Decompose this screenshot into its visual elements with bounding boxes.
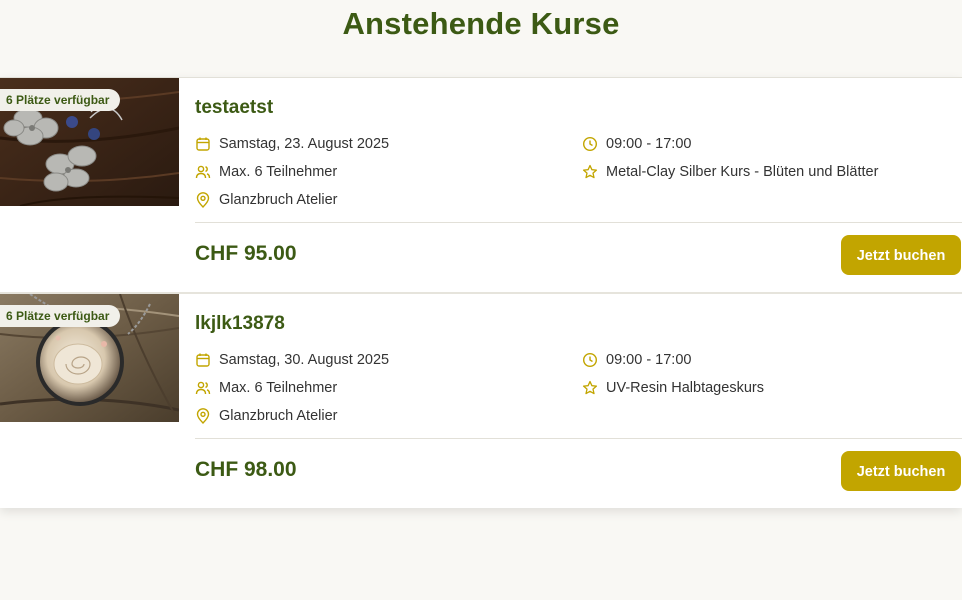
map-pin-icon — [195, 408, 211, 424]
course-title[interactable]: lkjlk13878 — [195, 313, 285, 335]
course-location-text: Glanzbruch Atelier — [219, 192, 338, 208]
course-list: 6 Plätze verfügbar testaetst Samstag, 23… — [0, 77, 962, 508]
clock-icon — [582, 136, 598, 152]
course-type: UV-Resin Halbtageskurs — [582, 380, 764, 396]
map-pin-icon — [195, 192, 211, 208]
course-participants: Max. 6 Teilnehmer — [195, 380, 337, 396]
card-divider — [195, 222, 962, 223]
course-date: Samstag, 23. August 2025 — [195, 136, 389, 152]
course-image[interactable]: 6 Plätze verfügbar — [0, 78, 179, 206]
users-icon — [195, 164, 211, 180]
course-time-text: 09:00 - 17:00 — [606, 352, 692, 368]
course-card: 6 Plätze verfügbar testaetst Samstag, 23… — [0, 77, 962, 292]
course-participants: Max. 6 Teilnehmer — [195, 164, 337, 180]
availability-badge: 6 Plätze verfügbar — [0, 89, 121, 111]
page-title: Anstehende Kurse — [342, 6, 620, 41]
course-date-text: Samstag, 30. August 2025 — [219, 352, 390, 368]
course-image[interactable]: 6 Plätze verfügbar — [0, 294, 179, 422]
course-location: Glanzbruch Atelier — [195, 408, 337, 424]
course-date-text: Samstag, 23. August 2025 — [219, 136, 390, 152]
course-location: Glanzbruch Atelier — [195, 192, 337, 208]
course-type-text: Metal-Clay Silber Kurs - Blüten und Blät… — [606, 164, 879, 180]
calendar-icon — [195, 136, 211, 152]
book-now-button[interactable]: Jetzt buchen — [841, 451, 961, 491]
course-title[interactable]: testaetst — [195, 97, 273, 119]
star-icon — [582, 380, 598, 396]
course-time-text: 09:00 - 17:00 — [606, 136, 692, 152]
course-date: Samstag, 30. August 2025 — [195, 352, 389, 368]
clock-icon — [582, 352, 598, 368]
calendar-icon — [195, 352, 211, 368]
course-participants-text: Max. 6 Teilnehmer — [219, 164, 338, 180]
course-type-text: UV-Resin Halbtageskurs — [606, 380, 764, 396]
book-now-button[interactable]: Jetzt buchen — [841, 235, 961, 275]
users-icon — [195, 380, 211, 396]
card-divider — [195, 438, 962, 439]
availability-badge: 6 Plätze verfügbar — [0, 305, 121, 327]
course-price: CHF 98.00 — [195, 458, 297, 481]
course-type: Metal-Clay Silber Kurs - Blüten und Blät… — [582, 164, 878, 180]
course-location-text: Glanzbruch Atelier — [219, 408, 338, 424]
course-card: 6 Plätze verfügbar lkjlk13878 Samstag, 3… — [0, 292, 962, 508]
star-icon — [582, 164, 598, 180]
course-participants-text: Max. 6 Teilnehmer — [219, 380, 338, 396]
course-price: CHF 95.00 — [195, 242, 297, 265]
course-time: 09:00 - 17:00 — [582, 352, 691, 368]
course-time: 09:00 - 17:00 — [582, 136, 691, 152]
